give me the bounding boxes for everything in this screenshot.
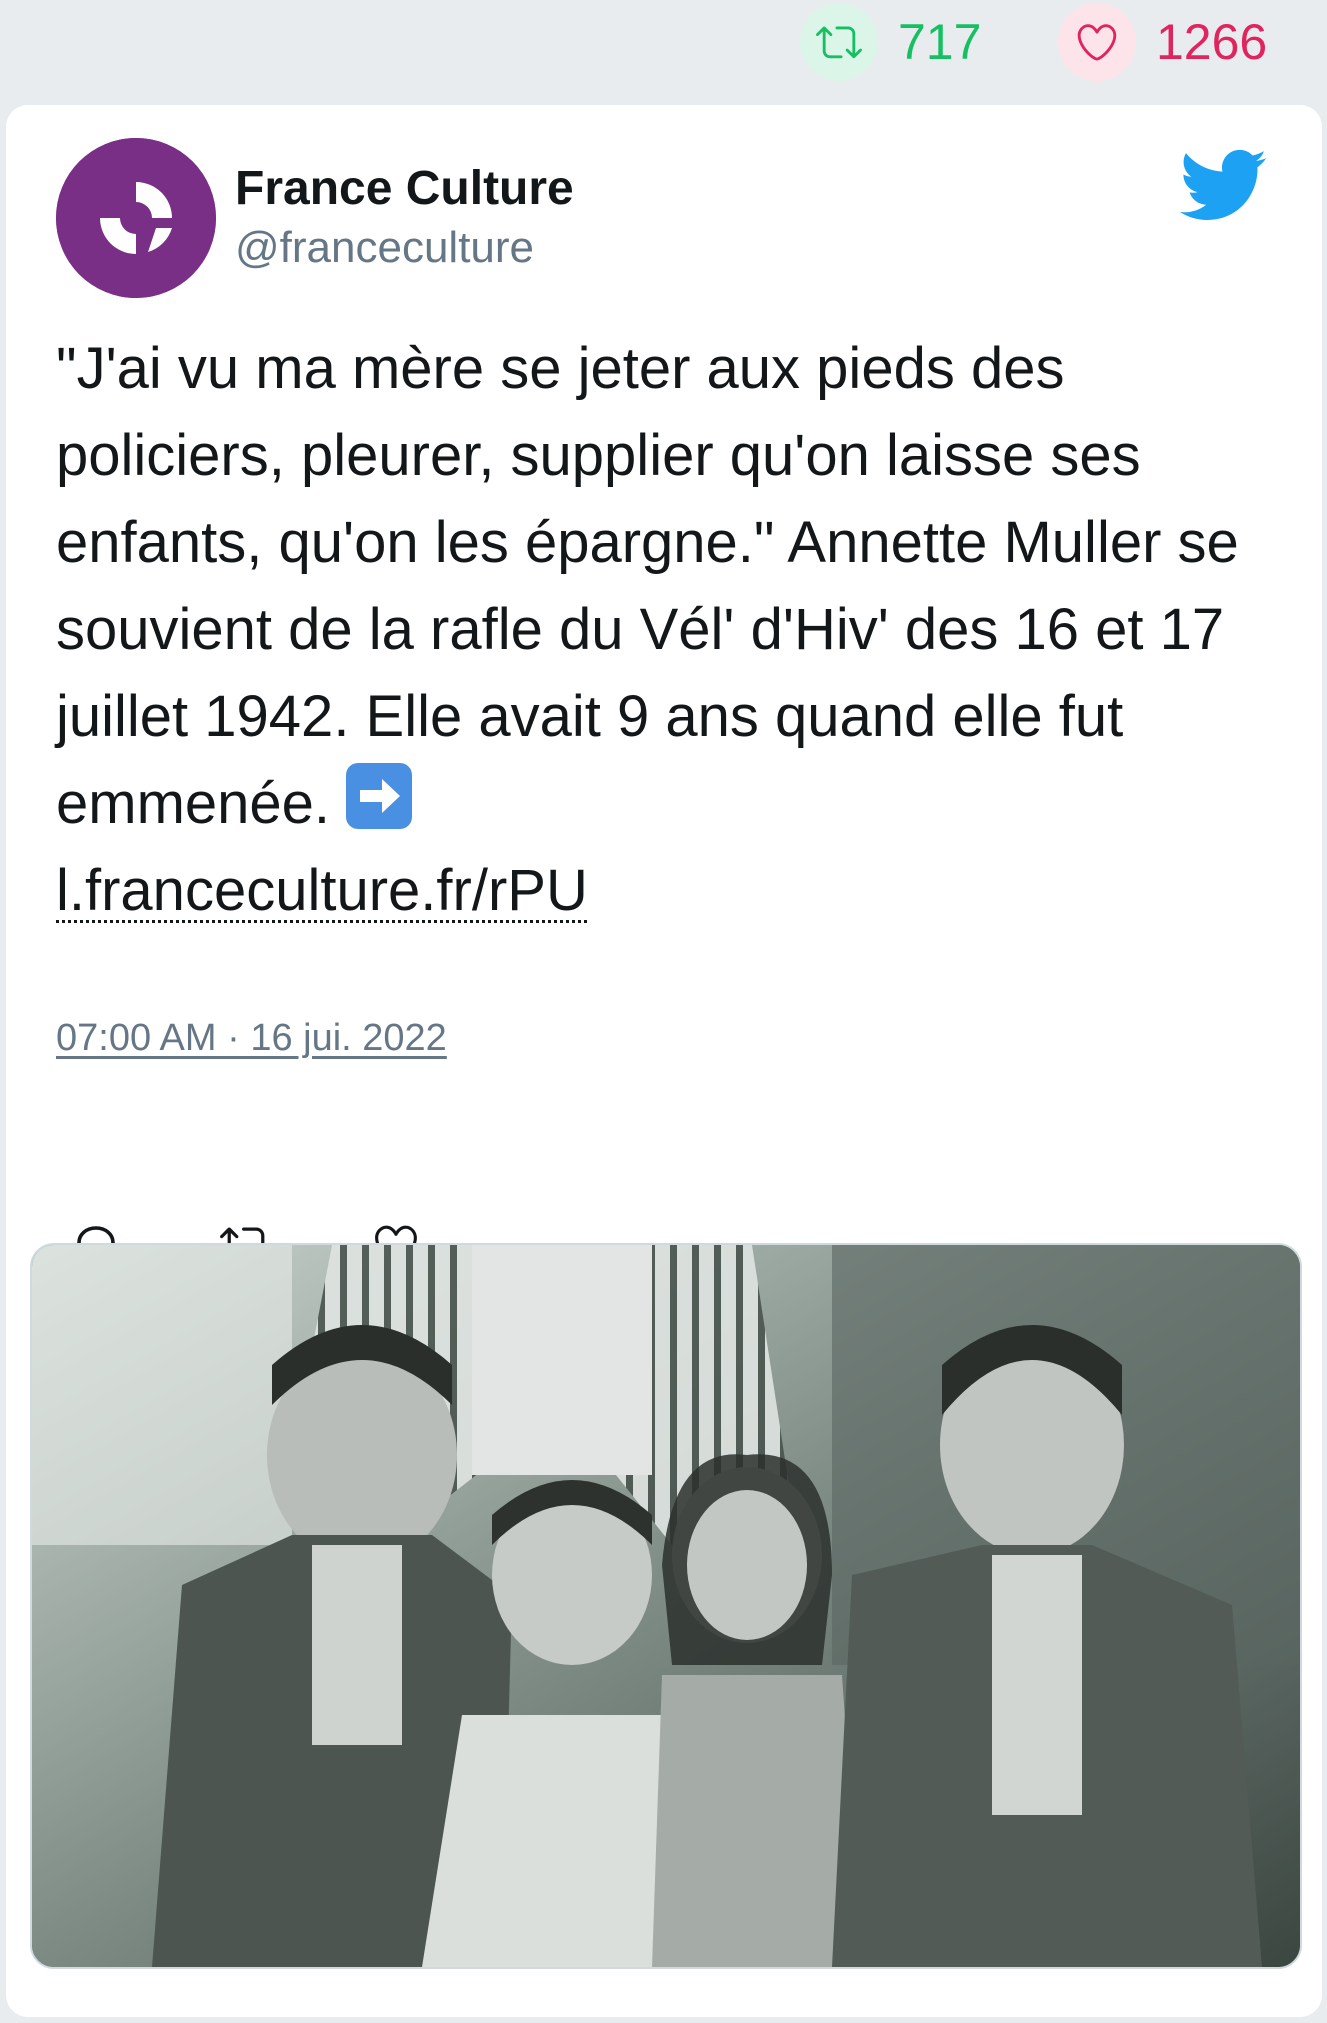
heart-icon: [1058, 3, 1136, 81]
avatar[interactable]: [56, 138, 216, 298]
photo-image: [32, 1245, 1300, 1967]
author-handle[interactable]: @franceculture: [235, 223, 534, 273]
twitter-bird-icon[interactable]: [1176, 147, 1268, 228]
france-culture-logo-icon: [56, 138, 216, 298]
tweet-timestamp[interactable]: 07:00 AM · 16 jui. 2022: [56, 1017, 447, 1060]
tweet-card: France Culture @franceculture "J'ai vu m…: [6, 105, 1322, 2017]
right-arrow-icon: [346, 763, 413, 829]
tweet-photo[interactable]: [30, 1243, 1302, 1969]
tweet-text: "J'ai vu ma mère se jeter aux pieds des …: [56, 325, 1286, 934]
retweet-icon: [800, 3, 878, 81]
like-stat[interactable]: 1266: [1058, 0, 1267, 84]
like-count: 1266: [1156, 14, 1268, 70]
retweet-count: 717: [898, 14, 982, 70]
retweet-stat[interactable]: 717: [800, 0, 981, 84]
tweet-stats-bar: 717 1266: [0, 0, 1327, 100]
tweet-body: "J'ai vu ma mère se jeter aux pieds des …: [56, 336, 1239, 836]
author-name[interactable]: France Culture: [235, 161, 574, 216]
tweet-link[interactable]: l.franceculture.fr/rPU: [56, 858, 588, 923]
